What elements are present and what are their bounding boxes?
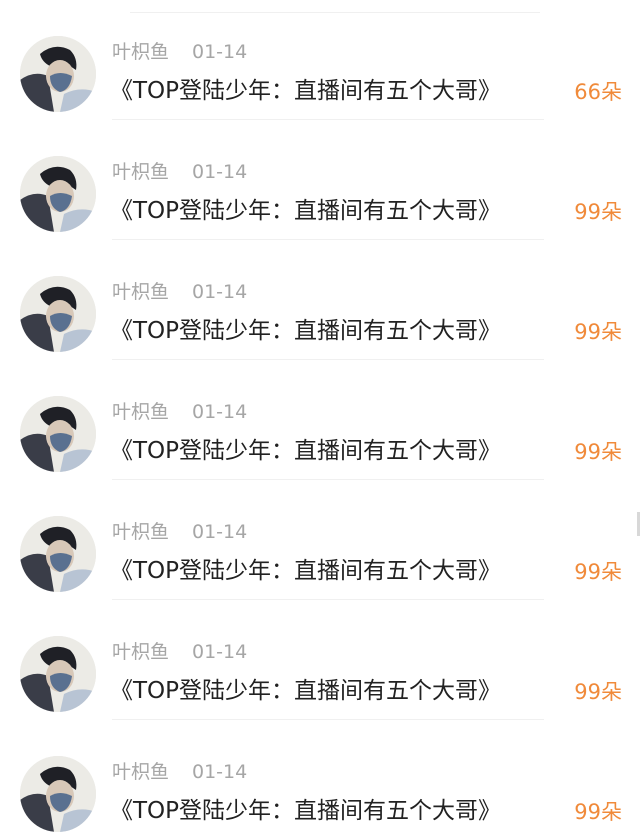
user-avatar-photo-icon xyxy=(20,756,96,832)
username[interactable]: 叶枳鱼 xyxy=(112,400,169,424)
user-avatar-photo-icon xyxy=(20,516,96,592)
timestamp: 01-14 xyxy=(192,281,248,303)
message-text: 《TOP登陆少年：直播间有五个大哥》 xyxy=(110,678,502,704)
list-item[interactable]: 叶枳鱼 01-14 《TOP登陆少年：直播间有五个大哥》 66朵 xyxy=(0,0,640,120)
avatar[interactable] xyxy=(20,276,96,352)
list-item[interactable]: 叶枳鱼 01-14 《TOP登陆少年：直播间有五个大哥》 99朵 xyxy=(0,480,640,600)
user-avatar-photo-icon xyxy=(20,636,96,712)
message-text: 《TOP登陆少年：直播间有五个大哥》 xyxy=(110,198,502,224)
timestamp: 01-14 xyxy=(192,521,248,543)
message-text: 《TOP登陆少年：直播间有五个大哥》 xyxy=(110,558,502,584)
user-avatar-photo-icon xyxy=(20,396,96,472)
username[interactable]: 叶枳鱼 xyxy=(112,280,169,304)
timestamp: 01-14 xyxy=(192,761,248,783)
list-item[interactable]: 叶枳鱼 01-14 《TOP登陆少年：直播间有五个大哥》 99朵 xyxy=(0,360,640,480)
gift-amount: 99朵 xyxy=(574,800,622,824)
list-item[interactable]: 叶枳鱼 01-14 《TOP登陆少年：直播间有五个大哥》 99朵 xyxy=(0,600,640,720)
gift-amount: 99朵 xyxy=(574,320,622,344)
user-avatar-photo-icon xyxy=(20,36,96,112)
avatar[interactable] xyxy=(20,636,96,712)
avatar[interactable] xyxy=(20,396,96,472)
timestamp: 01-14 xyxy=(192,401,248,423)
gift-amount: 99朵 xyxy=(574,560,622,584)
message-text: 《TOP登陆少年：直播间有五个大哥》 xyxy=(110,438,502,464)
avatar[interactable] xyxy=(20,516,96,592)
avatar[interactable] xyxy=(20,36,96,112)
list-item[interactable]: 叶枳鱼 01-14 《TOP登陆少年：直播间有五个大哥》 99朵 xyxy=(0,120,640,240)
username[interactable]: 叶枳鱼 xyxy=(112,40,169,64)
user-avatar-photo-icon xyxy=(20,156,96,232)
gift-amount: 66朵 xyxy=(574,80,622,104)
avatar[interactable] xyxy=(20,156,96,232)
timestamp: 01-14 xyxy=(192,641,248,663)
message-text: 《TOP登陆少年：直播间有五个大哥》 xyxy=(110,78,502,104)
timestamp: 01-14 xyxy=(192,41,248,63)
timestamp: 01-14 xyxy=(192,161,248,183)
gift-amount: 99朵 xyxy=(574,440,622,464)
user-avatar-photo-icon xyxy=(20,276,96,352)
gift-amount: 99朵 xyxy=(574,680,622,704)
list-item[interactable]: 叶枳鱼 01-14 《TOP登陆少年：直播间有五个大哥》 99朵 xyxy=(0,240,640,360)
username[interactable]: 叶枳鱼 xyxy=(112,640,169,664)
username[interactable]: 叶枳鱼 xyxy=(112,760,169,784)
list-item[interactable]: 叶枳鱼 01-14 《TOP登陆少年：直播间有五个大哥》 99朵 xyxy=(0,720,640,836)
message-text: 《TOP登陆少年：直播间有五个大哥》 xyxy=(110,318,502,344)
gift-amount: 99朵 xyxy=(574,200,622,224)
message-text: 《TOP登陆少年：直播间有五个大哥》 xyxy=(110,798,502,824)
username[interactable]: 叶枳鱼 xyxy=(112,520,169,544)
avatar[interactable] xyxy=(20,756,96,832)
username[interactable]: 叶枳鱼 xyxy=(112,160,169,184)
gift-record-list: 叶枳鱼 01-14 《TOP登陆少年：直播间有五个大哥》 66朵 叶枳鱼 01-… xyxy=(0,0,640,836)
